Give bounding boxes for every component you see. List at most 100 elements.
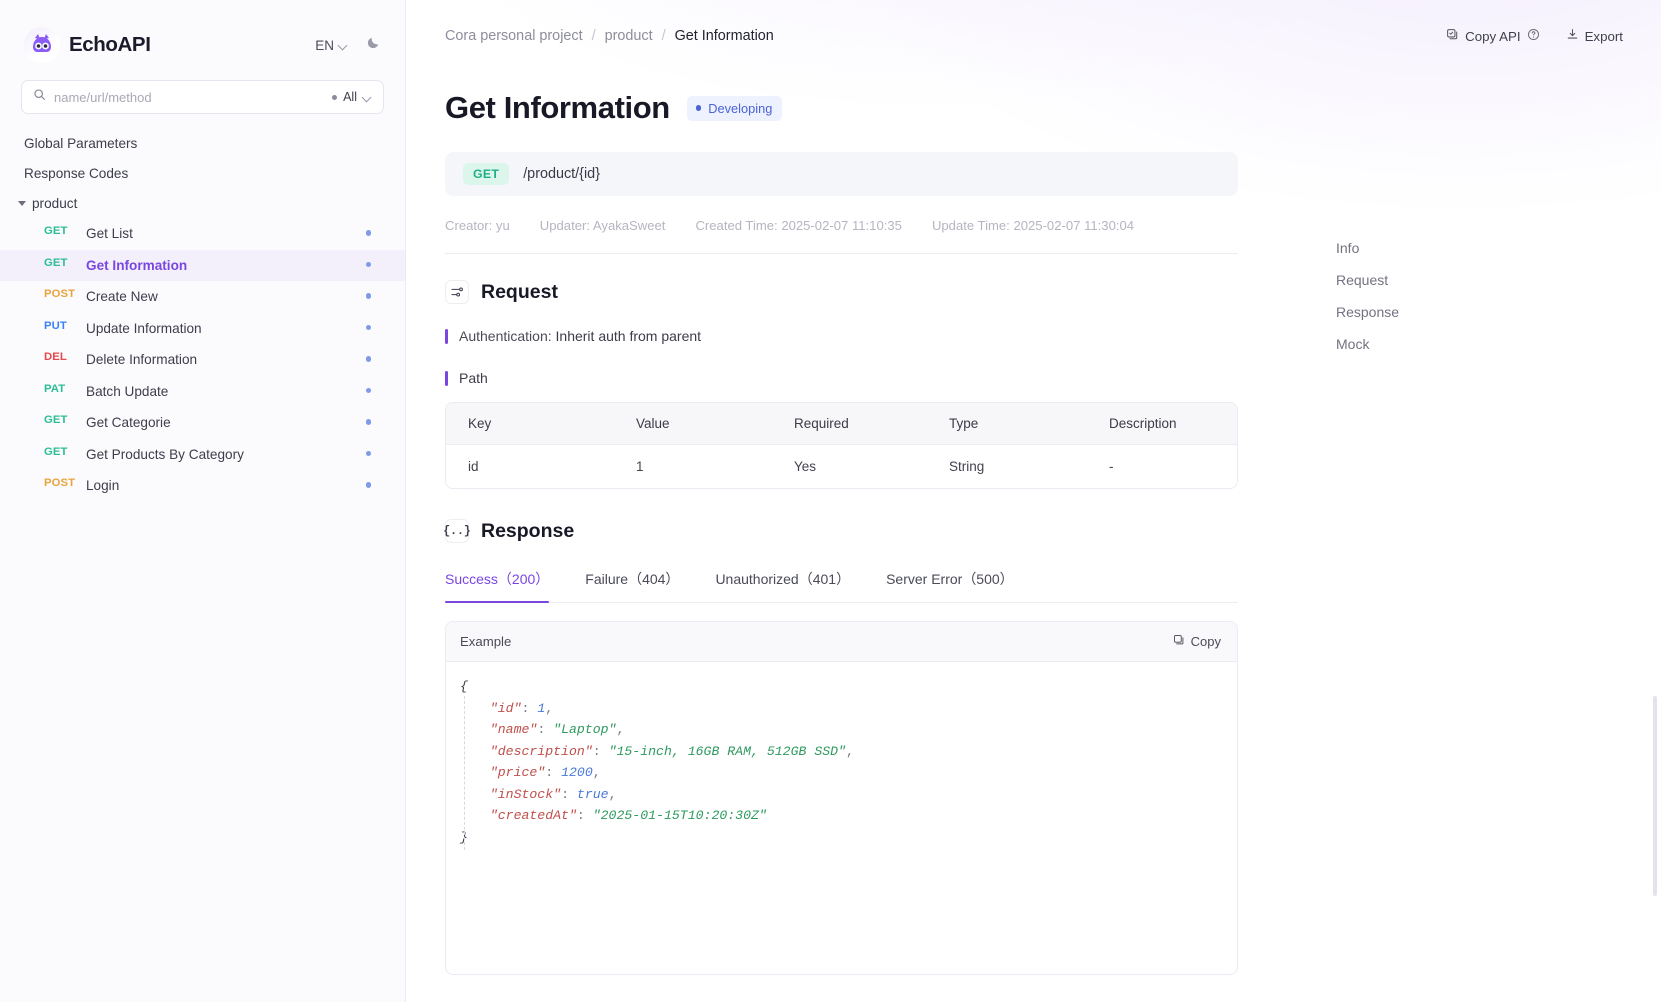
method-badge: GET xyxy=(463,163,510,185)
sidebar-api-item[interactable]: PUT Update Information xyxy=(0,313,405,345)
api-name-label: Update Information xyxy=(86,320,202,336)
sidebar-api-item[interactable]: POST Create New xyxy=(0,281,405,313)
code-line: "name": "Laptop", xyxy=(489,722,625,737)
brand-name: EchoAPI xyxy=(69,33,151,56)
status-label: Developing xyxy=(708,100,773,116)
copy-api-button[interactable]: Copy API xyxy=(1446,28,1539,44)
api-status-dot-icon xyxy=(365,387,371,393)
chevron-down-icon xyxy=(363,93,372,102)
rail-item-request[interactable]: Request xyxy=(1336,272,1486,288)
example-header: Example Copy xyxy=(446,622,1237,662)
search-input[interactable] xyxy=(54,89,325,105)
content-area: Get Information Developing GET /product/… xyxy=(406,72,1661,1002)
api-method-label: POST xyxy=(44,477,76,489)
api-name-label: Get Categorie xyxy=(86,415,171,430)
caret-down-icon[interactable] xyxy=(16,200,28,206)
sidebar: EchoAPI EN name/url/method All Global Pa… xyxy=(0,0,406,1002)
filter-dot-icon xyxy=(332,94,338,100)
echoapi-logo-icon xyxy=(24,27,60,63)
sidebar-item-label: Response Codes xyxy=(24,165,129,181)
api-status-dot-icon xyxy=(365,482,371,488)
authentication-row: Authentication: Inherit auth from parent xyxy=(445,328,1286,344)
endpoint-bar: GET /product/{id} xyxy=(445,152,1238,196)
api-status-dot-icon xyxy=(365,293,371,299)
breadcrumb-item-project[interactable]: Cora personal project xyxy=(445,28,583,44)
meta-update-time: Update Time: 2025-02-07 11:30:04 xyxy=(931,218,1135,233)
path-section-label: Path xyxy=(445,370,1286,386)
response-tab[interactable]: Server Error（500） xyxy=(886,559,1014,602)
api-name-label: Get Information xyxy=(86,257,188,273)
metadata-row: Creator: yu Updater: AyakaSweet Created … xyxy=(445,218,1238,254)
moon-icon xyxy=(366,35,381,55)
cell-key: id xyxy=(446,445,614,488)
rail-item-response[interactable]: Response xyxy=(1336,304,1486,320)
cell-required: Yes xyxy=(772,445,927,488)
export-button[interactable]: Export xyxy=(1566,28,1623,44)
search-box[interactable]: All xyxy=(21,80,384,114)
sidebar-folder-product[interactable]: product xyxy=(0,188,405,218)
api-method-label: PAT xyxy=(44,382,66,395)
json-example-code[interactable]: { "id": 1, "name": "Laptop", "descriptio… xyxy=(446,662,1237,974)
accent-bar xyxy=(445,328,448,344)
status-dot-icon xyxy=(695,105,702,111)
api-name-label: Batch Update xyxy=(86,383,169,399)
api-method-label: GET xyxy=(44,225,68,237)
sidebar-api-item[interactable]: PAT Batch Update xyxy=(0,376,405,408)
sidebar-api-item[interactable]: GET Get List xyxy=(0,218,405,250)
path-params-table: Key Value Required Type Description id 1… xyxy=(445,402,1238,489)
breadcrumb: Cora personal project / product / Get In… xyxy=(445,28,774,44)
sidebar-item-label: Global Parameters xyxy=(24,135,138,151)
response-tab[interactable]: Success（200） xyxy=(445,559,550,603)
sidebar-api-item[interactable]: POST Login xyxy=(0,470,405,502)
download-icon xyxy=(1566,28,1579,44)
copy-icon xyxy=(1173,634,1185,649)
sidebar-api-item[interactable]: GET Get Categorie xyxy=(0,407,405,439)
api-name-label: Delete Information xyxy=(86,352,198,367)
response-tab[interactable]: Failure（404） xyxy=(585,559,679,602)
table-body: id 1 Yes String - xyxy=(446,445,1237,488)
api-method-label: DEL xyxy=(44,351,67,363)
api-status-dot-icon xyxy=(365,230,371,236)
sidebar-header: EchoAPI EN xyxy=(0,0,405,66)
status-badge[interactable]: Developing xyxy=(686,95,783,121)
search-filter-dropdown[interactable]: All xyxy=(332,90,372,104)
copy-api-label: Copy API xyxy=(1465,28,1521,44)
breadcrumb-item-folder[interactable]: product xyxy=(605,28,653,44)
theme-toggle-button[interactable] xyxy=(366,35,381,55)
app-root: EchoAPI EN name/url/method All Global Pa… xyxy=(0,0,1661,1002)
endpoint-path[interactable]: /product/{id} xyxy=(523,166,600,182)
page-title: Get Information xyxy=(445,90,670,125)
sidebar-item-global-parameters[interactable]: Global Parameters xyxy=(0,128,405,158)
help-circle-icon[interactable] xyxy=(1527,28,1540,44)
accent-bar xyxy=(445,370,448,386)
api-method-label: GET xyxy=(44,256,68,269)
page-title-row: Get Information Developing xyxy=(445,90,1286,126)
breadcrumb-item-current: Get Information xyxy=(674,28,774,44)
cell-value: 1 xyxy=(614,445,772,488)
authentication-text: Authentication: Inherit auth from parent xyxy=(459,328,701,344)
table-row: id 1 Yes String - xyxy=(446,445,1237,488)
api-method-label: GET xyxy=(44,414,68,426)
response-status-tabs: Success（200） Failure（404） Unauthorized（401… xyxy=(445,559,1238,603)
sidebar-api-item[interactable]: DEL Delete Information xyxy=(0,344,405,376)
response-tab[interactable]: Unauthorized（401） xyxy=(715,559,850,602)
cell-description: - xyxy=(1087,445,1237,488)
code-line: "price": 1200, xyxy=(489,765,601,780)
sliders-icon xyxy=(445,280,469,304)
api-name-label: Get List xyxy=(86,226,133,241)
column-header-required: Required xyxy=(772,403,927,445)
response-section-header: {..} Response xyxy=(443,519,1286,543)
api-method-label: GET xyxy=(44,445,68,458)
sidebar-api-item[interactable]: GET Get Information xyxy=(0,249,405,281)
chevron-down-icon xyxy=(339,41,348,50)
vertical-scrollbar[interactable] xyxy=(1653,696,1657,896)
brand-logo[interactable]: EchoAPI xyxy=(24,27,151,63)
sidebar-item-response-codes[interactable]: Response Codes xyxy=(0,158,405,188)
main-content: Cora personal project / product / Get In… xyxy=(406,0,1661,1002)
rail-item-mock[interactable]: Mock xyxy=(1336,336,1486,352)
copy-example-button[interactable]: Copy xyxy=(1173,634,1221,649)
column-header-key: Key xyxy=(446,403,614,445)
language-selector[interactable]: EN xyxy=(315,38,348,53)
sidebar-api-item[interactable]: GET Get Products By Category xyxy=(0,439,405,471)
rail-item-info[interactable]: Info xyxy=(1336,240,1486,256)
